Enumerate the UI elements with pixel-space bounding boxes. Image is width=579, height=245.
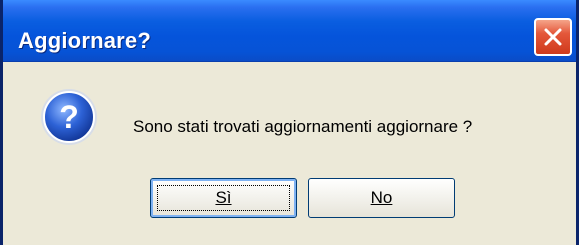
dialog-message: Sono stati trovati aggiornamenti aggiorn… [133,117,473,136]
no-button[interactable]: No [308,178,455,218]
focus-rectangle [157,185,290,211]
question-icon: ? [41,89,97,145]
svg-text:?: ? [59,99,79,135]
close-button[interactable] [534,18,572,56]
dialog-body: ? Sono stati trovati aggiornamenti aggio… [3,62,576,245]
dialog-window: Aggiornare? ? Sono stati trovati aggiorn… [0,0,579,245]
dialog-title: Aggiornare? [18,28,151,53]
no-button-label: No [370,188,393,207]
title-bar[interactable]: Aggiornare? [3,0,576,62]
close-icon [544,28,562,46]
yes-button[interactable]: Sì [150,178,297,218]
